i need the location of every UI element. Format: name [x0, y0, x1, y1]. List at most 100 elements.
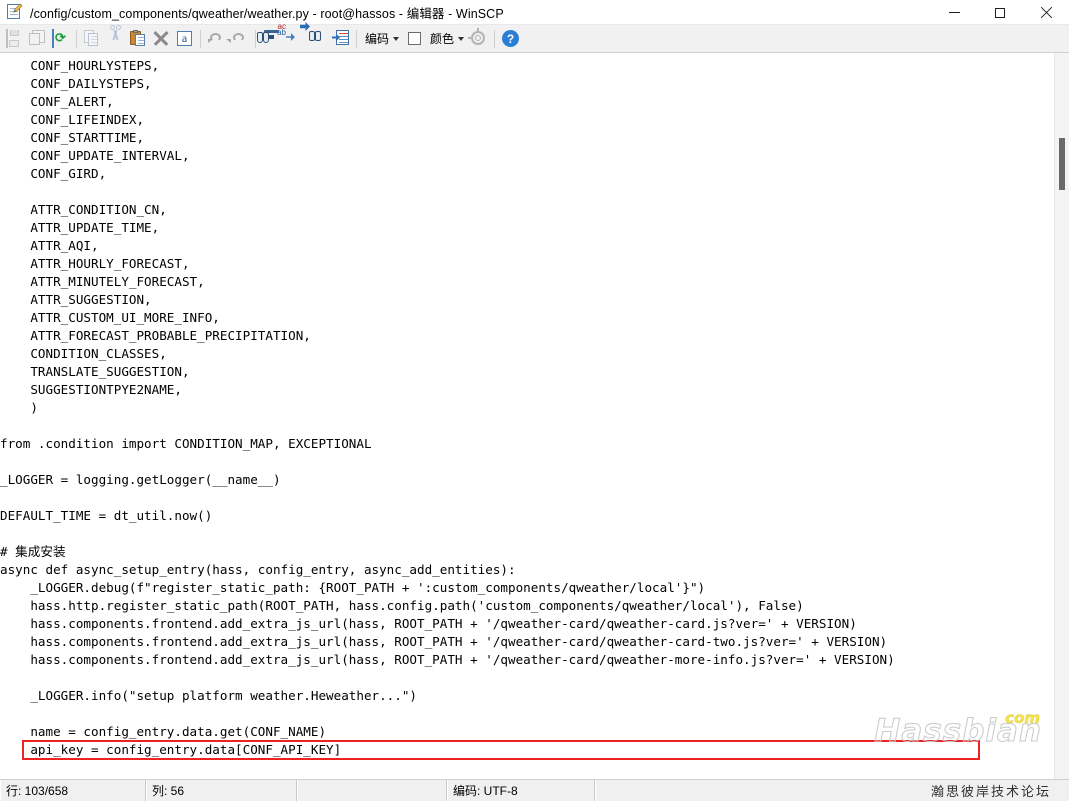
status-column: 列: 56 — [146, 780, 297, 801]
minimize-icon[interactable] — [931, 0, 977, 25]
reload-glyph: ⟳ — [52, 29, 69, 48]
undo-icon[interactable] — [205, 27, 228, 50]
status-line: 行: 103/658 — [0, 780, 146, 801]
color-dropdown-label: 颜色 — [430, 32, 455, 46]
select-all-glyph: a — [177, 31, 192, 46]
toolbar-separator — [200, 29, 201, 48]
status-filler: 瀚思彼岸技术论坛 — [595, 780, 1069, 801]
delete-glyph — [153, 30, 170, 47]
color-swatch[interactable] — [408, 32, 422, 45]
code-line: hass.components.frontend.add_extra_js_ur… — [0, 616, 857, 631]
watermark-brand: Hassbian — [874, 713, 1042, 750]
status-middle — [297, 780, 447, 801]
editor-area: CONF_HOURLYSTEPS, CONF_DAILYSTEPS, CONF_… — [0, 53, 1069, 779]
cut-glyph — [107, 25, 124, 47]
code-line: CONF_DAILYSTEPS, — [0, 76, 152, 91]
code-line: ATTR_CUSTOM_UI_MORE_INFO, — [0, 310, 220, 325]
undo-glyph — [208, 30, 225, 47]
code-line: CONF_HOURLYSTEPS, — [0, 58, 160, 73]
statusbar: 行: 103/658 列: 56 编码: UTF-8 瀚思彼岸技术论坛 — [0, 779, 1069, 801]
code-line: SUGGESTIONTPYE2NAME, — [0, 382, 182, 397]
replace-glyph: ab ac — [277, 23, 303, 47]
replace-icon[interactable]: ab ac — [277, 23, 306, 50]
save-all-icon[interactable] — [26, 27, 49, 50]
code-line: TRANSLATE_SUGGESTION, — [0, 364, 190, 379]
code-line: _LOGGER = logging.getLogger(__name__) — [0, 472, 281, 487]
copy-icon[interactable] — [81, 27, 104, 50]
save-all-glyph — [29, 30, 46, 47]
save-icon[interactable] — [3, 27, 26, 50]
chevron-down-icon — [458, 36, 465, 41]
code-line: ATTR_HOURLY_FORECAST, — [0, 256, 190, 271]
code-line: from .condition import CONDITION_MAP, EX… — [0, 436, 372, 451]
delete-icon[interactable] — [150, 27, 173, 50]
code-line: async def async_setup_entry(hass, config… — [0, 562, 516, 577]
edit-document-icon — [6, 3, 24, 21]
code-line: ATTR_SUGGESTION, — [0, 292, 152, 307]
code-line: _LOGGER.debug(f"register_static_path: {R… — [0, 580, 706, 595]
code-line: ) — [0, 400, 38, 415]
copy-glyph — [84, 30, 101, 47]
toolbar-separator — [494, 29, 496, 48]
status-encoding: 编码: UTF-8 — [447, 780, 595, 801]
gear-glyph — [468, 28, 487, 47]
maximize-icon[interactable] — [977, 0, 1023, 25]
redo-glyph — [226, 30, 248, 47]
code-line: # 集成安装 — [0, 544, 66, 559]
code-line: CONF_ALERT, — [0, 94, 114, 109]
code-line: ATTR_FORECAST_PROBABLE_PRECIPITATION, — [0, 328, 311, 343]
find-next-glyph — [300, 22, 326, 47]
code-line: CONDITION_CLASSES, — [0, 346, 167, 361]
help-icon[interactable]: ? — [499, 27, 522, 50]
code-text-area[interactable]: CONF_HOURLYSTEPS, CONF_DAILYSTEPS, CONF_… — [0, 53, 1054, 779]
code-line: hass.http.register_static_path(ROOT_PATH… — [0, 598, 804, 613]
paste-icon[interactable] — [127, 27, 150, 50]
encoding-dropdown[interactable]: 编码 — [361, 28, 402, 50]
code-line: CONF_UPDATE_INTERVAL, — [0, 148, 190, 163]
goto-line-glyph — [332, 30, 349, 47]
code-line: DEFAULT_TIME = dt_util.now() — [0, 508, 213, 523]
code-line: ATTR_UPDATE_TIME, — [0, 220, 160, 235]
encoding-dropdown-label: 编码 — [365, 32, 390, 46]
help-glyph: ? — [502, 30, 520, 47]
cut-icon[interactable] — [104, 25, 127, 50]
code-line: CONF_STARTTIME, — [0, 130, 145, 145]
close-icon[interactable] — [1023, 0, 1069, 25]
chevron-down-icon — [393, 36, 400, 41]
code-line: hass.components.frontend.add_extra_js_ur… — [0, 634, 888, 649]
gear-icon[interactable] — [467, 27, 490, 50]
goto-line-icon[interactable] — [329, 27, 352, 50]
color-dropdown[interactable]: 颜色 — [426, 28, 467, 50]
select-all-icon[interactable]: a — [173, 27, 196, 50]
code-line: hass.components.frontend.add_extra_js_ur… — [0, 652, 895, 667]
toolbar-separator — [76, 29, 77, 48]
toolbar-separator — [356, 29, 357, 48]
toolbar-separator — [255, 29, 256, 48]
redo-icon[interactable] — [226, 27, 251, 50]
window-title: /config/custom_components/qweather/weath… — [30, 6, 504, 21]
reload-icon[interactable]: ⟳ — [49, 27, 72, 50]
code-line: ATTR_AQI, — [0, 238, 99, 253]
titlebar: /config/custom_components/qweather/weath… — [0, 0, 1069, 25]
code-line: CONF_GIRD, — [0, 166, 107, 181]
vertical-scrollbar[interactable] — [1054, 53, 1069, 779]
find-next-icon[interactable] — [300, 22, 329, 50]
code-line: CONF_LIFEINDEX, — [0, 112, 145, 127]
scrollbar-thumb[interactable] — [1059, 138, 1065, 190]
window-controls — [931, 0, 1069, 25]
toolbar: ⟳ a ab ac 编码 颜色 ? — [0, 22, 1069, 53]
save-glyph — [6, 29, 23, 48]
code-line: ATTR_CONDITION_CN, — [0, 202, 167, 217]
forum-watermark: 瀚思彼岸技术论坛 — [930, 784, 1051, 799]
code-lines: CONF_HOURLYSTEPS, CONF_DAILYSTEPS, CONF_… — [0, 57, 1054, 759]
paste-glyph — [130, 30, 147, 47]
winscp-editor-window: /config/custom_components/qweather/weath… — [0, 0, 1069, 801]
code-line: _LOGGER.info("setup platform weather.Hew… — [0, 688, 418, 703]
code-line: ATTR_MINUTELY_FORECAST, — [0, 274, 205, 289]
